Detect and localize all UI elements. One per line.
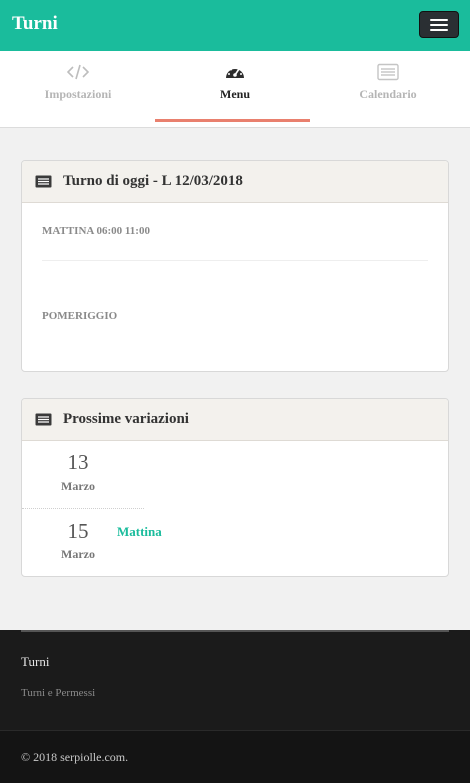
panel-header: Turno di oggi - L 12/03/2018 [22,161,448,203]
hamburger-icon [430,19,448,21]
code-icon [67,64,89,80]
variation-day: 15 [67,519,89,543]
today-shift-panel: Turno di oggi - L 12/03/2018 MATTINA 06:… [21,160,449,372]
divider [42,260,428,261]
panel-header: Prossime variazioni [22,399,448,441]
tab-calendario[interactable]: Calendario [310,51,466,128]
footer-title: Turni [21,654,50,669]
panel-title: Turno di oggi - L 12/03/2018 [63,173,243,189]
divider [22,508,144,509]
tab-label: Menu [220,87,250,101]
brand-title[interactable]: Turni [12,13,58,35]
dashboard-icon [226,67,244,78]
variation-month: Marzo [61,547,95,561]
footer-subtitle: Turni e Permessi [21,687,96,699]
tab-label: Impostazioni [44,87,112,101]
variation-day: 13 [67,450,89,474]
tab-bar: Impostazioni Menu Calendario [0,51,470,128]
variation-shift: Mattina [117,524,162,539]
variations-panel: Prossime variazioni 13 Marzo 15 Marzo Ma… [21,398,449,577]
copyright-text: © 2018 serpiolle.com. [21,750,129,764]
navbar: Turni [0,0,470,51]
list-icon [35,413,52,426]
list-icon [35,175,52,188]
menu-toggle-button[interactable] [419,11,459,38]
variation-month: Marzo [61,479,95,493]
panel-title: Prossime variazioni [63,411,189,427]
footer: Turni Turni e Permessi © 2018 serpiolle.… [0,630,470,783]
footer-divider [21,630,449,632]
tab-impostazioni[interactable]: Impostazioni [0,51,156,128]
active-tab-indicator [155,119,310,122]
footer-bottom-bar: © 2018 serpiolle.com. [0,730,470,783]
list-icon [377,63,399,81]
shift-afternoon: POMERIGGIO [42,310,118,322]
tab-menu[interactable]: Menu [157,51,313,128]
tab-label: Calendario [359,87,417,101]
shift-morning: MATTINA 06:00 11:00 [42,225,150,237]
